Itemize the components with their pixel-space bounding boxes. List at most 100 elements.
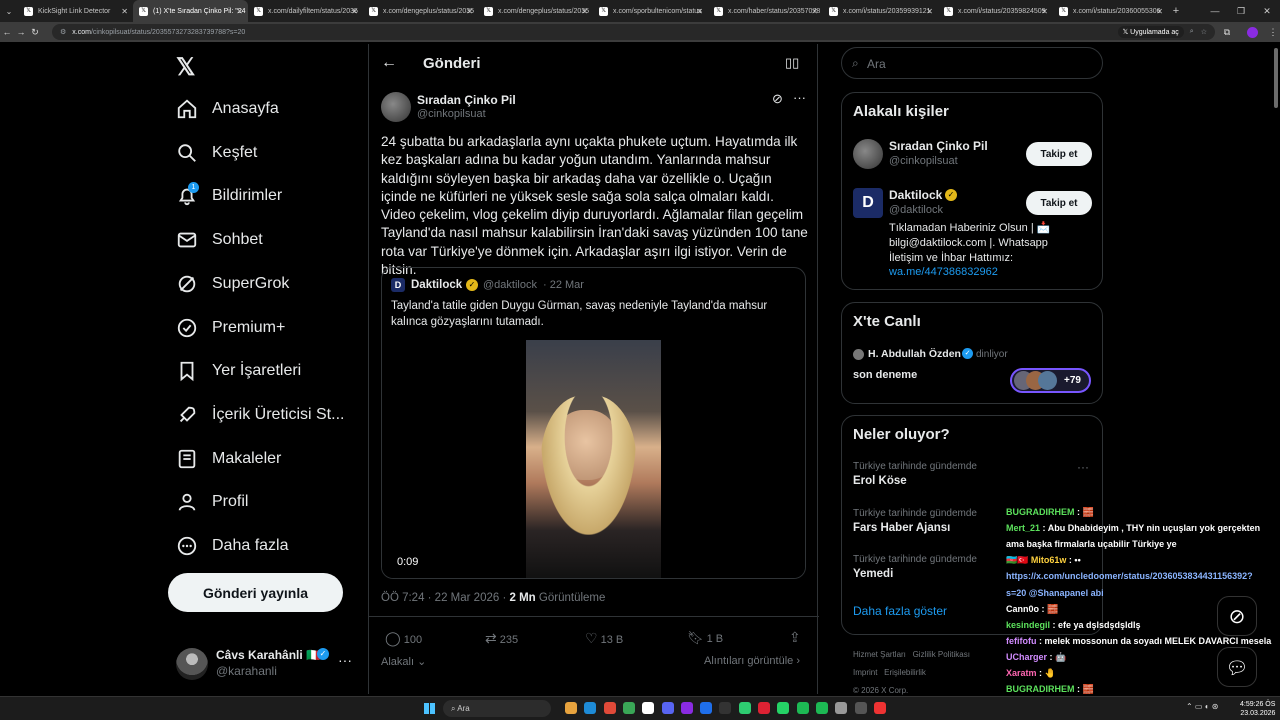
live-listeners[interactable]: +79 (1010, 368, 1091, 393)
forward-icon[interactable]: → (14, 27, 28, 37)
trend-item[interactable]: Türkiye tarihinde gündemde Erol Köse (853, 461, 977, 487)
nav-item-0[interactable]: Anasayfa (176, 89, 279, 129)
extensions-icon[interactable]: ⧉ (1215, 27, 1239, 38)
open-in-app-badge[interactable]: 𝕏 Uygulamada aç (1117, 26, 1184, 38)
browser-tab[interactable]: 𝕏 (1) X'te Sıradan Çinko Pil: "24 ✕ (133, 0, 248, 22)
browser-tab[interactable]: 𝕏x.com/dengeplus/status/2035 ✕ (363, 0, 478, 22)
repost-button[interactable]: ⇄ 235 (485, 630, 518, 647)
tab-search-button[interactable]: ⌄ (0, 7, 18, 16)
reply-button[interactable]: ◯ 100 (385, 630, 422, 647)
related-name-2[interactable]: Daktilock (889, 188, 942, 202)
taskbar-app-icon[interactable] (603, 702, 616, 714)
trend-item[interactable]: Türkiye tarihinde gündemde Yemedi (853, 554, 977, 580)
messages-floating-button[interactable]: 💬︎ (1217, 647, 1257, 687)
grok-icon[interactable]: ⊘ (772, 91, 783, 107)
profile-avatar[interactable] (1247, 26, 1258, 38)
follow-button[interactable]: Takip et (1026, 142, 1092, 166)
nav-item-9[interactable]: Profil (176, 482, 248, 522)
post-more-icon[interactable]: ··· (793, 90, 806, 105)
close-tab-icon[interactable]: ✕ (581, 7, 588, 16)
close-tab-icon[interactable]: ✕ (121, 7, 128, 16)
close-window-icon[interactable]: ✕ (1254, 6, 1280, 17)
search-box[interactable]: ⌕ Ara (841, 47, 1103, 79)
nav-item-8[interactable]: Makaleler (176, 439, 281, 479)
follow-button[interactable]: Takip et (1026, 191, 1092, 215)
more-icon[interactable]: ··· (338, 652, 352, 668)
browser-tab[interactable]: 𝕏x.com/i/status/20359824509 ✕ (938, 0, 1053, 22)
x-logo[interactable]: 𝕏 (176, 53, 195, 82)
scrollbar[interactable] (1274, 48, 1278, 108)
close-tab-icon[interactable]: ✕ (236, 7, 243, 16)
close-tab-icon[interactable]: ✕ (811, 7, 818, 16)
live-host[interactable]: H. Abdullah Özden (868, 348, 961, 360)
like-button[interactable]: ♡ 13 B (585, 630, 623, 647)
system-tray-icons[interactable]: ⌃ ▭ ◐ ⊛ (1186, 702, 1218, 711)
taskbar-app-icon[interactable] (661, 702, 674, 714)
taskbar-app-icon[interactable] (815, 702, 828, 714)
taskbar-app-icon[interactable] (700, 702, 713, 714)
show-more-link[interactable]: Daha fazla göster (853, 604, 947, 618)
back-arrow-icon[interactable]: ← (381, 54, 397, 72)
taskbar-app-icon[interactable] (873, 702, 886, 714)
browser-tab[interactable]: 𝕏x.com/dailyfiltem/status/2035 ✕ (248, 0, 363, 22)
new-tab-button[interactable]: + (1168, 5, 1184, 17)
zoom-icon[interactable]: ⌕ (1190, 28, 1194, 36)
taskbar-app-icon[interactable] (584, 702, 597, 714)
taskbar-app-icon[interactable] (796, 702, 809, 714)
close-tab-icon[interactable]: ✕ (1156, 7, 1163, 16)
nav-item-3[interactable]: Sohbet (176, 220, 263, 260)
related-name-1[interactable]: Sıradan Çinko Pil (889, 139, 988, 153)
grok-floating-button[interactable]: ⊘ (1217, 596, 1257, 636)
author-handle[interactable]: @cinkopilsuat (417, 108, 486, 120)
nav-item-4[interactable]: SuperGrok (176, 264, 289, 304)
close-tab-icon[interactable]: ✕ (926, 7, 933, 16)
quoted-post[interactable]: D Daktilock ✓ @daktilock · 22 Mar Taylan… (381, 267, 806, 579)
nav-item-10[interactable]: Daha fazla (176, 526, 289, 566)
bookmark-star-icon[interactable]: ☆ (1201, 28, 1207, 36)
post-button[interactable]: Gönderi yayınla (168, 573, 343, 612)
taskbar-clock[interactable]: 4:59:26 ÖS 23.03.2026 (1240, 700, 1275, 718)
taskbar-app-icon[interactable] (835, 702, 848, 714)
close-tab-icon[interactable]: ✕ (466, 7, 473, 16)
nav-item-5[interactable]: Premium+ (176, 308, 285, 348)
reload-icon[interactable]: ↻ (28, 27, 42, 38)
bookmark-button[interactable]: 🔖︎ 1 B (687, 630, 723, 646)
video-player[interactable]: 0:09 (382, 340, 805, 578)
menu-icon[interactable]: ⋮ (1266, 27, 1280, 38)
view-quotes-link[interactable]: Alıntıları görüntüle › (704, 655, 800, 667)
trend-item[interactable]: Türkiye tarihinde gündemde Fars Haber Aj… (853, 508, 977, 534)
back-icon[interactable]: ← (0, 27, 14, 37)
share-icon[interactable]: ⇪ (789, 629, 801, 646)
live-space-title[interactable]: son deneme (853, 369, 917, 381)
reader-view-icon[interactable]: ▯▯ (785, 55, 799, 71)
author-name[interactable]: Sıradan Çinko Pil (417, 93, 516, 107)
browser-tab[interactable]: 𝕏x.com/haber/status/20357078 ✕ (708, 0, 823, 22)
close-tab-icon[interactable]: ✕ (1041, 7, 1048, 16)
taskbar-search[interactable]: ⌕ Ara (443, 700, 551, 717)
close-tab-icon[interactable]: ✕ (696, 7, 703, 16)
taskbar-app-icon[interactable] (642, 702, 655, 714)
maximize-icon[interactable]: ❐ (1228, 6, 1254, 17)
daktilock-logo[interactable]: D (853, 188, 883, 218)
sort-dropdown[interactable]: Alakalı ⌄ (381, 655, 426, 668)
account-switcher[interactable]: Câvs Karahânli 🇮🇹 ✓ @karahanli ··· (176, 646, 356, 682)
taskbar-app-icon[interactable] (719, 702, 732, 714)
nav-item-1[interactable]: Keşfet (176, 133, 257, 173)
close-tab-icon[interactable]: ✕ (351, 7, 358, 16)
taskbar-app-icon[interactable] (738, 702, 751, 714)
nav-item-7[interactable]: İçerik Üreticisi St... (176, 395, 344, 435)
avatar[interactable] (381, 92, 411, 122)
browser-tab[interactable]: 𝕏x.com/sporbultenicom/status ✕ (593, 0, 708, 22)
taskbar-app-icon[interactable] (622, 702, 635, 714)
nav-item-2[interactable]: 1 Bildirimler (176, 176, 282, 216)
trend-more-icon[interactable]: ··· (1077, 460, 1089, 474)
browser-tab[interactable]: 𝕏x.com/dengeplus/status/2035 ✕ (478, 0, 593, 22)
related-link[interactable]: wa.me/447386832962 (889, 266, 998, 278)
start-icon[interactable] (424, 703, 435, 714)
taskbar-app-icon[interactable] (565, 702, 577, 714)
avatar[interactable] (853, 139, 883, 169)
minimize-icon[interactable]: — (1202, 6, 1228, 16)
site-info-icon[interactable]: ⚙ (60, 28, 66, 36)
browser-tab[interactable]: 𝕏x.com/i/status/20359939121 ✕ (823, 0, 938, 22)
url-input[interactable]: ⚙ x.com /cinkopilsuat/status/20355732732… (52, 24, 1215, 40)
